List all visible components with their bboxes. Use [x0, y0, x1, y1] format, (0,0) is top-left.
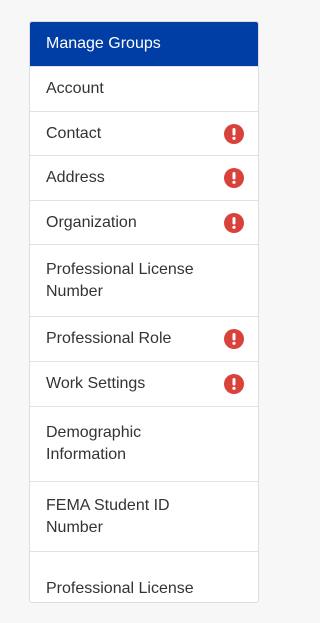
exclamation-circle-icon — [224, 168, 244, 188]
sidebar-item-professional-license-number[interactable]: Professional License Number — [30, 244, 258, 316]
sidebar-item-fema-student-id-number[interactable]: FEMA Student ID Number — [30, 481, 258, 551]
profile-sections-menu: Manage Groups Account Contact Address Or… — [30, 22, 258, 602]
sidebar-item-organization[interactable]: Organization — [30, 200, 258, 244]
sidebar-item-label: Professional License Number — [46, 260, 194, 300]
sidebar-item-label: Work Settings — [46, 375, 146, 392]
sidebar-item-label: Address — [46, 169, 105, 186]
sidebar-item-work-settings[interactable]: Work Settings — [30, 361, 258, 406]
sidebar-item-label: Organization — [46, 213, 137, 231]
sidebar-item-label: Professional License — [46, 580, 194, 597]
sidebar-item-contact[interactable]: Contact — [30, 111, 258, 155]
sidebar-item-professional-role[interactable]: Professional Role — [30, 316, 258, 361]
exclamation-circle-icon — [224, 123, 244, 144]
sidebar-item-label: Contact — [46, 124, 102, 142]
exclamation-circle-icon — [224, 329, 244, 349]
sidebar-item-label: Account — [46, 80, 104, 97]
sidebar-item-account[interactable]: Account — [30, 66, 258, 111]
sidebar-item-demographic-information[interactable]: Demographic Information — [30, 406, 258, 481]
profile-sections-panel: Manage Groups Account Contact Address Or… — [29, 21, 259, 603]
sidebar-item-address[interactable]: Address — [30, 155, 258, 200]
sidebar-item-label: Demographic Information — [46, 424, 142, 463]
sidebar-item-label: Professional Role — [46, 330, 172, 347]
sidebar-item-professional-license[interactable]: Professional License — [30, 551, 258, 602]
sidebar-item-label: FEMA Student ID Number — [46, 496, 170, 536]
sidebar-item-manage-groups[interactable]: Manage Groups — [30, 22, 258, 66]
exclamation-circle-icon — [224, 374, 244, 394]
sidebar-item-label: Manage Groups — [46, 35, 161, 52]
exclamation-circle-icon — [224, 212, 244, 233]
